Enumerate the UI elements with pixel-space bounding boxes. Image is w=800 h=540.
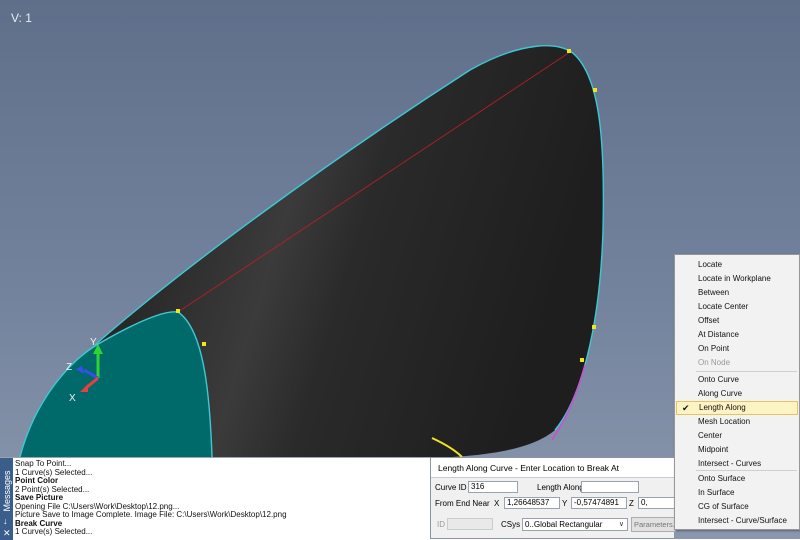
pin-icon[interactable]: ↓ bbox=[3, 516, 8, 526]
view-label: V: 1 bbox=[11, 11, 32, 25]
menu-separator bbox=[696, 371, 797, 372]
csys-label: CSys bbox=[501, 520, 521, 529]
dialog-title[interactable]: Length Along Curve - Enter Location to B… bbox=[431, 458, 674, 478]
from-end-near-label: From End Near bbox=[435, 499, 490, 508]
menu-item-locate[interactable]: Locate bbox=[676, 258, 798, 272]
x-coordinate-input[interactable]: 1,26648537 bbox=[504, 497, 560, 509]
z-coordinate-input[interactable]: 0, bbox=[638, 497, 675, 509]
axis-label-y: Y bbox=[90, 337, 97, 348]
menu-item-label: In Surface bbox=[698, 488, 735, 497]
y-coordinate-input[interactable]: -0,57474891 bbox=[571, 497, 627, 509]
menu-item-label: Intersect - Curve/Surface bbox=[698, 516, 787, 525]
menu-item-at-distance[interactable]: At Distance bbox=[676, 328, 798, 342]
messages-tab[interactable]: Messages ↓ ✕ bbox=[0, 458, 13, 540]
menu-item-intersect-curves[interactable]: Intersect - Curves bbox=[676, 457, 798, 471]
message-line: 2 Point(s) Selected... bbox=[15, 484, 90, 494]
message-line: Picture Save to Image Complete. Image Fi… bbox=[15, 510, 287, 519]
y-label: Y bbox=[562, 499, 568, 508]
menu-item-label: Locate Center bbox=[698, 302, 749, 311]
length-along-input[interactable] bbox=[581, 481, 639, 493]
menu-item-locate-center[interactable]: Locate Center bbox=[676, 300, 798, 314]
length-along-label: Length Along bbox=[537, 483, 584, 492]
point-marker[interactable] bbox=[580, 358, 584, 362]
menu-item-label: At Distance bbox=[698, 330, 739, 339]
menu-item-label: Mesh Location bbox=[698, 417, 751, 426]
menu-item-midpoint[interactable]: Midpoint bbox=[676, 443, 798, 457]
axis-label-z: Z bbox=[66, 362, 72, 373]
curve-id-label: Curve ID bbox=[435, 483, 467, 492]
point-marker[interactable] bbox=[593, 88, 597, 92]
menu-item-label: Length Along bbox=[699, 403, 746, 412]
point-marker[interactable] bbox=[592, 325, 596, 329]
menu-separator bbox=[696, 470, 797, 471]
chevron-down-icon: ∨ bbox=[618, 521, 624, 528]
snap-context-menu: Locate Locate in Workplane Between Locate C… bbox=[674, 254, 800, 530]
menu-item-between[interactable]: Between bbox=[676, 286, 798, 300]
menu-item-locate-in-workplane[interactable]: Locate in Workplane bbox=[676, 272, 798, 286]
menu-item-label: Intersect - Curves bbox=[698, 459, 762, 468]
menu-item-label: Center bbox=[698, 431, 723, 440]
messages-panel: Messages ↓ ✕ Snap To Point... 1 Curve(s) … bbox=[0, 457, 431, 540]
menu-item-label: Along Curve bbox=[698, 389, 743, 398]
menu-item-label: Midpoint bbox=[698, 445, 729, 454]
menu-item-label: Locate bbox=[698, 260, 723, 269]
menu-item-label: CG of Surface bbox=[698, 502, 749, 511]
menu-item-label: Offset bbox=[698, 316, 720, 325]
message-line: 1 Curve(s) Selected... bbox=[15, 527, 93, 536]
menu-item-onto-surface[interactable]: Onto Surface bbox=[676, 472, 798, 486]
menu-item-label: Locate in Workplane bbox=[698, 274, 771, 283]
csys-value: 0..Global Rectangular bbox=[525, 520, 603, 529]
length-along-curve-dialog: Length Along Curve - Enter Location to B… bbox=[430, 457, 676, 539]
menu-item-onto-curve[interactable]: Onto Curve bbox=[676, 373, 798, 387]
menu-item-intersect-curve-surface[interactable]: Intersect - Curve/Surface bbox=[676, 514, 798, 528]
csys-select[interactable]: 0..Global Rectangular ∨ bbox=[522, 518, 628, 531]
menu-item-label: On Point bbox=[698, 344, 730, 353]
menu-item-on-node: On Node bbox=[676, 356, 798, 370]
messages-tab-label: Messages bbox=[2, 470, 12, 512]
x-label: X bbox=[494, 499, 500, 508]
point-marker[interactable] bbox=[567, 49, 571, 53]
menu-item-label: Onto Surface bbox=[698, 474, 746, 483]
close-icon[interactable]: ✕ bbox=[3, 528, 11, 539]
menu-item-cg-of-surface[interactable]: CG of Surface bbox=[676, 500, 798, 514]
z-label: Z bbox=[629, 499, 634, 508]
menu-item-label: On Node bbox=[698, 358, 731, 367]
menu-item-length-along[interactable]: ✔ Length Along bbox=[676, 401, 798, 415]
menu-item-along-curve[interactable]: Along Curve bbox=[676, 387, 798, 401]
id-input bbox=[447, 518, 493, 530]
menu-item-mesh-location[interactable]: Mesh Location bbox=[676, 415, 798, 429]
curve-id-input[interactable]: 316 bbox=[468, 481, 518, 493]
point-marker[interactable] bbox=[202, 342, 206, 346]
message-line: 1 Curve(s) Selected... bbox=[15, 467, 93, 477]
checkmark-icon: ✔ bbox=[682, 403, 690, 413]
menu-item-label: Onto Curve bbox=[698, 375, 739, 384]
menu-item-center[interactable]: Center bbox=[676, 429, 798, 443]
point-marker[interactable] bbox=[176, 309, 180, 313]
menu-item-label: Between bbox=[698, 288, 730, 297]
message-list[interactable]: Snap To Point... 1 Curve(s) Selected... Po… bbox=[15, 460, 429, 540]
menu-item-in-surface[interactable]: In Surface bbox=[676, 486, 798, 500]
parameters-button[interactable]: Parameters... bbox=[631, 517, 676, 532]
menu-item-on-point[interactable]: On Point bbox=[676, 342, 798, 356]
axis-label-x: X bbox=[69, 393, 76, 404]
id-label: ID bbox=[437, 520, 445, 529]
menu-item-offset[interactable]: Offset bbox=[676, 314, 798, 328]
